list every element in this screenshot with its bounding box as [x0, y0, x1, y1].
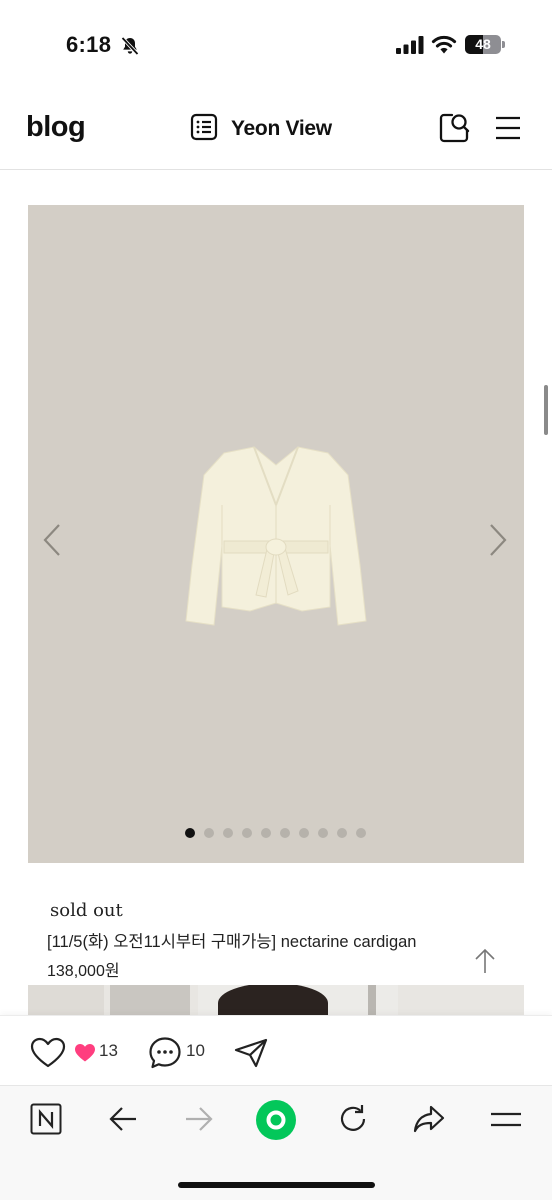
- carousel-dot[interactable]: [261, 828, 271, 838]
- list-icon: [190, 113, 218, 146]
- share-icon[interactable]: [413, 1105, 445, 1138]
- arrow-up-icon[interactable]: [474, 948, 496, 979]
- carousel-dot[interactable]: [204, 828, 214, 838]
- reaction-bar: 13 10: [0, 1015, 552, 1085]
- forward-arrow-icon[interactable]: [184, 1105, 214, 1138]
- hamburger-icon[interactable]: [490, 1110, 522, 1135]
- back-arrow-icon[interactable]: [108, 1105, 138, 1138]
- like-heart-icon: [74, 1043, 96, 1068]
- carousel-dot[interactable]: [318, 828, 328, 838]
- green-dot-icon[interactable]: [256, 1100, 296, 1145]
- carousel-indicator[interactable]: [185, 828, 366, 838]
- carousel-dot[interactable]: [356, 828, 366, 838]
- carousel-dot[interactable]: [242, 828, 252, 838]
- blog-logo[interactable]: blog: [26, 111, 86, 144]
- product-title: [11/5(화) 오전11시부터 구매가능] nectarine cardiga…: [47, 933, 417, 951]
- blog-header: blog Yeon View: [0, 100, 552, 170]
- battery-icon: 48: [465, 35, 501, 54]
- status-bar: 6:18 48: [0, 0, 552, 90]
- heart-icon[interactable]: [30, 1037, 66, 1074]
- wifi-icon: [431, 34, 457, 59]
- blog-title-link[interactable]: Yeon View: [190, 113, 332, 146]
- image-carousel[interactable]: [28, 205, 524, 863]
- signal-icon: [396, 36, 424, 59]
- like-count: 13: [99, 1041, 118, 1060]
- comment-icon[interactable]: [148, 1036, 182, 1075]
- reload-icon[interactable]: [337, 1103, 369, 1140]
- carousel-dot[interactable]: [185, 828, 195, 838]
- sold-out-label: sold out: [50, 900, 123, 921]
- search-icon[interactable]: [438, 112, 470, 149]
- naver-n-icon[interactable]: [30, 1103, 62, 1140]
- carousel-dot[interactable]: [337, 828, 347, 838]
- carousel-dot[interactable]: [280, 828, 290, 838]
- chevron-right-icon[interactable]: [488, 523, 508, 562]
- home-indicator: [178, 1182, 375, 1188]
- chevron-left-icon[interactable]: [42, 523, 62, 562]
- cardigan-image: [184, 445, 368, 636]
- battery-level: 48: [475, 36, 491, 52]
- carousel-dot[interactable]: [299, 828, 309, 838]
- product-price: 138,000원: [47, 963, 120, 980]
- carousel-dot[interactable]: [223, 828, 233, 838]
- blog-title: Yeon View: [231, 117, 332, 140]
- next-image-preview: [28, 985, 524, 1015]
- comment-count: 10: [186, 1041, 205, 1060]
- bell-slash-icon: [119, 35, 141, 62]
- send-icon[interactable]: [234, 1038, 268, 1073]
- menu-icon[interactable]: [495, 115, 521, 146]
- status-time: 6:18: [66, 32, 112, 57]
- scroll-indicator: [544, 385, 548, 435]
